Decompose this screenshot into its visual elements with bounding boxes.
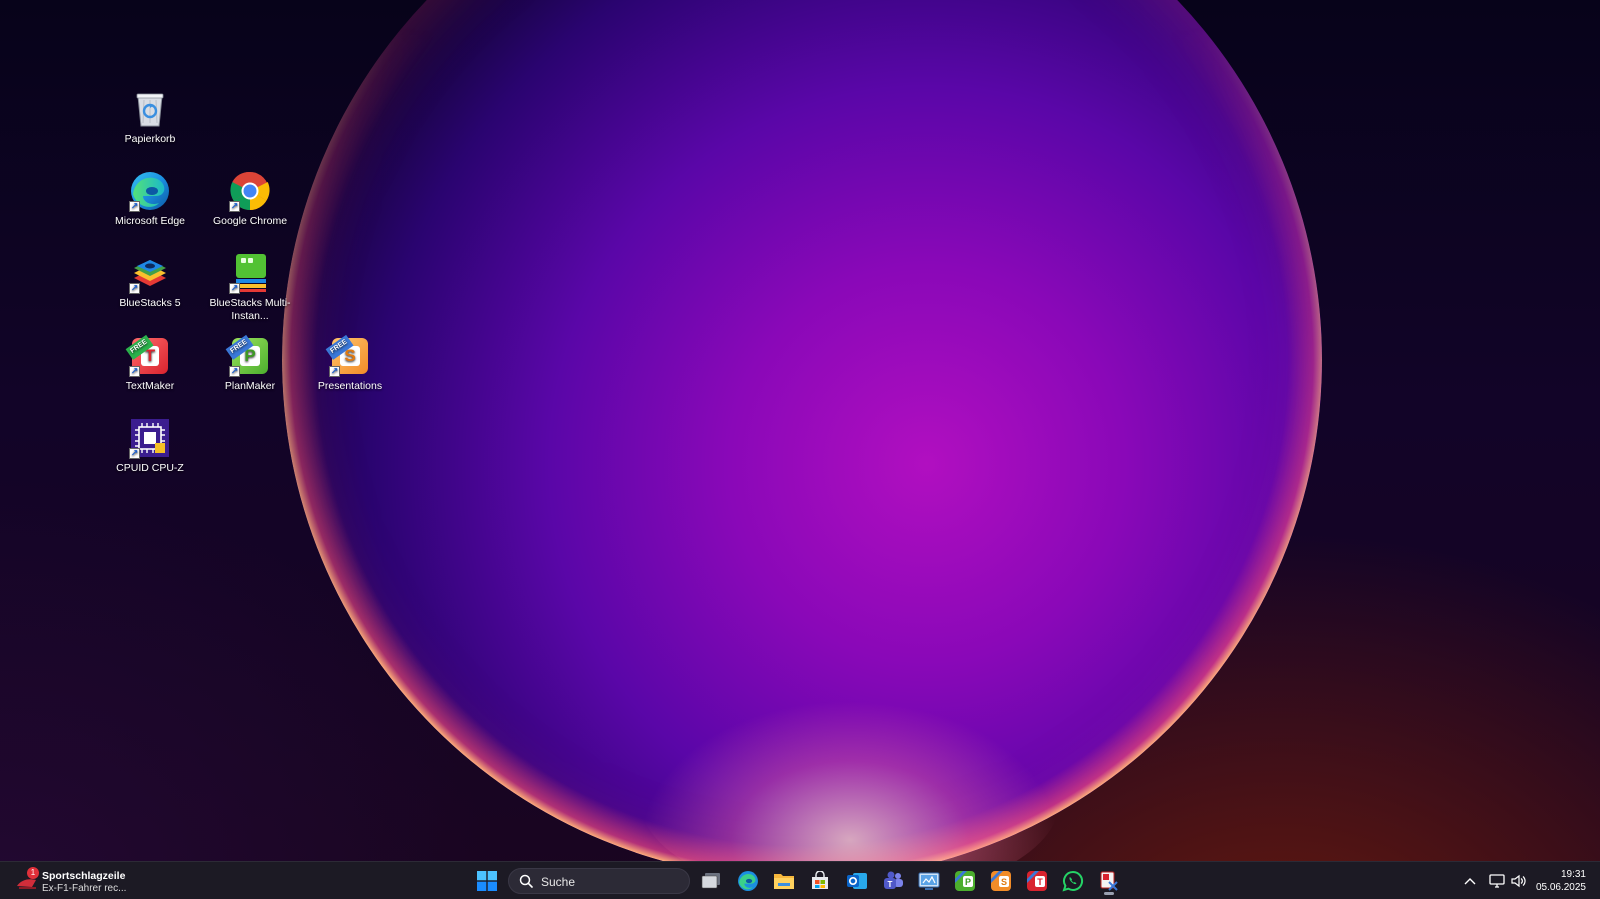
network-button[interactable] (1486, 866, 1508, 896)
shortcut-arrow-icon: ↗ (229, 283, 240, 294)
svg-text:S: S (1001, 877, 1007, 887)
taskbar-outlook[interactable] (841, 866, 873, 896)
desktop-icon-bluestacks-5[interactable]: ↗ BlueStacks 5 (106, 250, 194, 326)
teams-icon: T (884, 871, 903, 889)
presentations-icon: S (991, 871, 1011, 891)
clock-time: 19:31 (1560, 869, 1586, 880)
shortcut-arrow-icon: ↗ (229, 366, 240, 377)
taskbar-whatsapp[interactable] (1057, 866, 1089, 896)
chrome-icon: ↗ (229, 170, 271, 212)
desktop-icon-bluestacks-multi-instance[interactable]: ↗ BlueStacks Multi-Instan... (206, 250, 294, 326)
desktop-icon-label: Microsoft Edge (114, 215, 186, 227)
news-widget[interactable]: 1 Sportschlagzeile Ex-F1-Fahrer rec... (14, 866, 164, 896)
taskbar-edge[interactable] (732, 866, 764, 896)
shortcut-arrow-icon: ↗ (129, 283, 140, 294)
svg-text:P: P (965, 877, 971, 887)
windows-start-icon (477, 871, 497, 891)
clock[interactable]: 19:31 05.06.2025 (1526, 868, 1586, 894)
textmaker-icon: T (1027, 871, 1047, 891)
edge-icon: ↗ (129, 170, 171, 212)
chevron-up-icon (1464, 878, 1476, 885)
start-button[interactable] (471, 866, 503, 896)
recycle-bin-icon (129, 88, 171, 130)
bluestacks-icon: ↗ (129, 252, 171, 294)
desktop-icon-label: TextMaker (125, 380, 175, 392)
desktop-icon-label: BlueStacks Multi-Instan... (209, 297, 291, 322)
outlook-icon (847, 873, 867, 889)
whatsapp-icon (1062, 870, 1084, 892)
show-hidden-icons-button[interactable] (1460, 866, 1480, 896)
desktop-icon-label: Presentations (317, 380, 383, 392)
desktop-icon-label: CPUID CPU-Z (116, 462, 184, 474)
shortcut-arrow-icon: ↗ (329, 366, 340, 377)
svg-text:T: T (1037, 877, 1043, 887)
desktop: Papierkorb ↗ Microsoft Edge ↗ Google Chr… (0, 0, 1600, 899)
planmaker-icon: P FREE ↗ (225, 335, 271, 377)
desktop-icon-presentations[interactable]: S FREE ↗ Presentations (306, 333, 394, 409)
clock-date: 05.06.2025 (1535, 882, 1586, 893)
desktop-icon-textmaker[interactable]: T FREE ↗ TextMaker (106, 333, 194, 409)
taskbar-search[interactable] (508, 868, 690, 894)
active-indicator (1104, 892, 1114, 895)
taskbar-snipping-tool[interactable] (1093, 866, 1125, 896)
news-subtitle: Ex-F1-Fahrer rec... (42, 883, 127, 894)
taskbar-teams[interactable]: T (877, 866, 909, 896)
planmaker-icon: P (955, 871, 975, 891)
search-input[interactable] (539, 872, 683, 892)
taskbar: 1 Sportschlagzeile Ex-F1-Fahrer rec... S… (0, 861, 1600, 899)
file-explorer-icon (774, 874, 794, 889)
taskbar-planmaker[interactable]: P (949, 866, 981, 896)
taskbar-microsoft-store[interactable] (804, 866, 836, 896)
presentations-icon: S FREE ↗ (325, 335, 371, 377)
desktop-icon-label: Papierkorb (124, 133, 176, 145)
search-icon (519, 874, 533, 888)
edge-icon (738, 871, 758, 891)
svg-text:T: T (888, 880, 893, 889)
taskbar-textmaker[interactable]: T (1021, 866, 1053, 896)
desktop-icon-label: Google Chrome (212, 215, 288, 227)
network-icon (1489, 874, 1505, 888)
textmaker-icon: T FREE ↗ (125, 335, 171, 377)
desktop-icon-label: PlanMaker (224, 380, 276, 392)
taskbar-presentations[interactable]: S (985, 866, 1017, 896)
shortcut-arrow-icon: ↗ (129, 201, 140, 212)
desktop-icon-label: BlueStacks 5 (119, 297, 181, 309)
taskbar-file-explorer[interactable] (768, 866, 800, 896)
control-panel-icon (918, 872, 940, 890)
cpu-z-icon: ↗ (129, 417, 171, 459)
desktop-icon-cpuid-cpu-z[interactable]: ↗ CPUID CPU-Z (106, 415, 194, 491)
wallpaper (0, 0, 1600, 899)
taskbar-control-panel[interactable] (913, 866, 945, 896)
shortcut-arrow-icon: ↗ (129, 366, 140, 377)
desktop-icon-google-chrome[interactable]: ↗ Google Chrome (206, 168, 294, 244)
microsoft-store-icon (812, 871, 828, 889)
volume-icon (1511, 874, 1526, 888)
news-title: Sportschlagzeile (42, 870, 126, 882)
desktop-icon-microsoft-edge[interactable]: ↗ Microsoft Edge (106, 168, 194, 244)
notification-badge: 1 (27, 867, 39, 879)
task-view-button[interactable] (695, 866, 727, 896)
task-view-icon (701, 873, 720, 889)
shortcut-arrow-icon: ↗ (129, 448, 140, 459)
desktop-icon-recycle-bin[interactable]: Papierkorb (106, 86, 194, 162)
snipping-tool-icon (1100, 871, 1118, 891)
desktop-icon-planmaker[interactable]: P FREE ↗ PlanMaker (206, 333, 294, 409)
shortcut-arrow-icon: ↗ (229, 201, 240, 212)
bluestacks-multi-instance-icon: ↗ (229, 252, 271, 294)
